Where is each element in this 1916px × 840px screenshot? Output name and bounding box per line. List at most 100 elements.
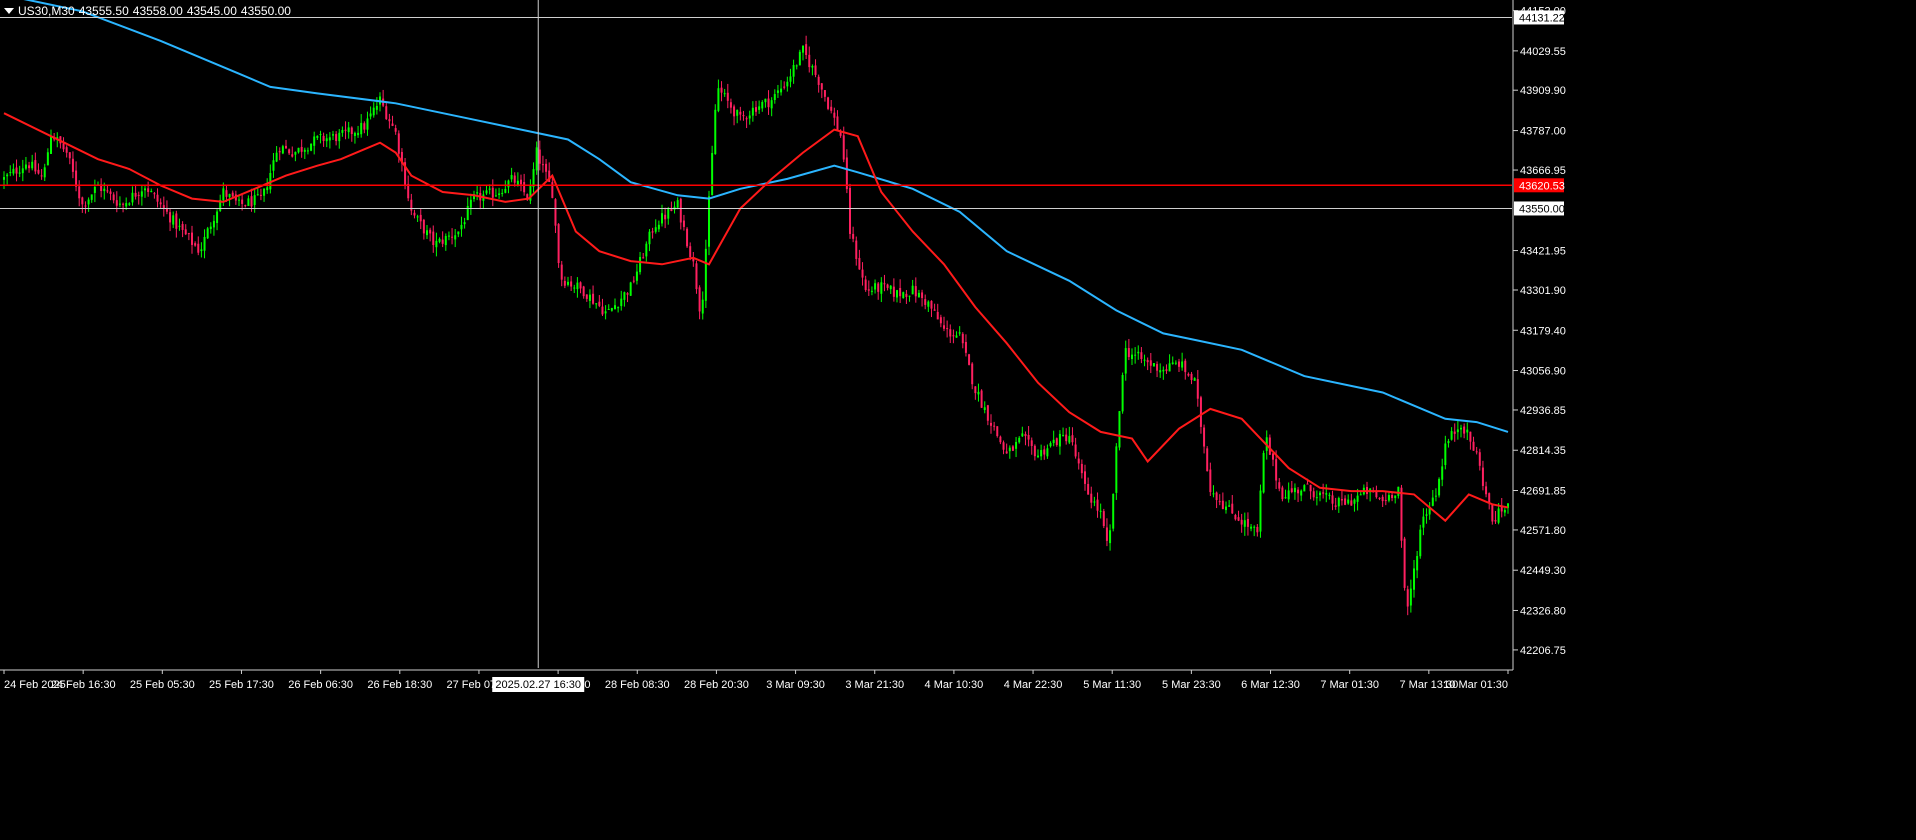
candle-body [1425, 514, 1428, 516]
candle-body [899, 288, 902, 297]
candle-body [701, 299, 704, 314]
candle-body [278, 151, 281, 153]
candle-body [81, 197, 84, 205]
candle-body [1140, 352, 1143, 360]
candle-body [441, 239, 444, 244]
candle-body [407, 183, 410, 199]
candle-body [654, 227, 657, 232]
candle-body [1403, 538, 1406, 588]
candle-body [632, 280, 635, 282]
candle-body [244, 205, 247, 207]
candle-body [1225, 506, 1227, 511]
candle-body [532, 169, 535, 187]
candle-body [955, 335, 958, 338]
candle-body [952, 335, 955, 337]
candle-body [1178, 361, 1180, 367]
candle-body [1419, 529, 1422, 557]
candle-body [704, 248, 707, 301]
candle-body [397, 133, 400, 154]
candle-body [369, 113, 372, 117]
candle-body [1416, 555, 1419, 571]
candle-body [1074, 444, 1077, 457]
dropdown-triangle-icon[interactable] [4, 8, 14, 14]
candle-body [451, 236, 454, 238]
candle-body [1290, 488, 1293, 492]
candle-body [1184, 360, 1187, 373]
x-tick-label: 4 Mar 10:30 [925, 679, 984, 691]
candle-body [200, 249, 203, 252]
candle-body [194, 243, 197, 246]
candle-body [34, 160, 37, 172]
candle-body [902, 292, 905, 299]
candle-body [1018, 437, 1021, 443]
candle-body [1165, 369, 1168, 371]
candle-body [1312, 491, 1315, 498]
candle-body [592, 293, 595, 304]
chart-background [0, 0, 1916, 840]
candle-body [28, 165, 31, 169]
candle-body [1080, 463, 1083, 474]
candle-body [648, 231, 651, 245]
y-tick-label: 42206.75 [1520, 645, 1566, 657]
price-chart[interactable]: 44152.0044029.5543909.9043787.0043666.95… [0, 0, 1916, 840]
candle-body [1162, 369, 1165, 372]
candle-body [1190, 373, 1193, 381]
candle-body [1344, 498, 1347, 505]
candle-body [870, 290, 873, 292]
candle-body [1027, 434, 1030, 440]
candle-body [1215, 492, 1218, 501]
candle-body [1272, 453, 1274, 460]
candle-body [46, 152, 49, 166]
candle-body [523, 182, 526, 193]
candle-body [1221, 500, 1224, 509]
candle-body [344, 129, 347, 131]
candle-body [253, 195, 256, 206]
candle-body [617, 307, 620, 309]
candle-body [689, 246, 692, 258]
candle-body [9, 172, 12, 174]
candle-body [736, 109, 739, 116]
candle-body [1297, 489, 1300, 494]
candle-body [733, 106, 736, 117]
candle-body [798, 51, 801, 66]
candle-body [1319, 492, 1321, 496]
candle-body [109, 191, 112, 194]
candle-body [845, 157, 848, 190]
candle-body [181, 224, 184, 230]
candle-body [31, 161, 34, 169]
candle-body [1284, 497, 1287, 499]
candle-body [999, 436, 1002, 443]
candle-body [588, 294, 591, 301]
candle-body [852, 233, 855, 239]
candle-body [463, 222, 466, 225]
candle-body [128, 203, 131, 205]
candle-body [1137, 351, 1140, 354]
candle-body [1109, 530, 1112, 544]
candle-body [325, 138, 328, 142]
candle-body [225, 190, 228, 197]
candle-body [977, 391, 980, 395]
candle-body [416, 216, 419, 218]
candle-body [476, 192, 479, 194]
candle-body [12, 168, 15, 174]
candle-body [1268, 437, 1271, 455]
candle-body [203, 236, 206, 251]
candle-body [422, 219, 425, 234]
symbol-header[interactable]: US30,M30 43555.50 43558.00 43545.00 4355… [4, 3, 291, 19]
candle-body [802, 45, 804, 53]
candle-body [1253, 526, 1256, 528]
candle-body [18, 172, 21, 174]
candle-body [1387, 495, 1390, 501]
candle-body [1306, 483, 1309, 485]
candle-body [1062, 435, 1065, 437]
candle-body [1491, 504, 1494, 522]
candle-body [623, 292, 626, 300]
candle-body [1300, 490, 1303, 496]
candle-body [1015, 441, 1018, 449]
candle-body [1146, 360, 1149, 363]
candle-body [150, 191, 153, 193]
crosshair-price-label: 43550.00 [1519, 203, 1565, 215]
candle-body [43, 167, 46, 178]
candle-body [1084, 471, 1086, 484]
candle-body [510, 175, 513, 180]
